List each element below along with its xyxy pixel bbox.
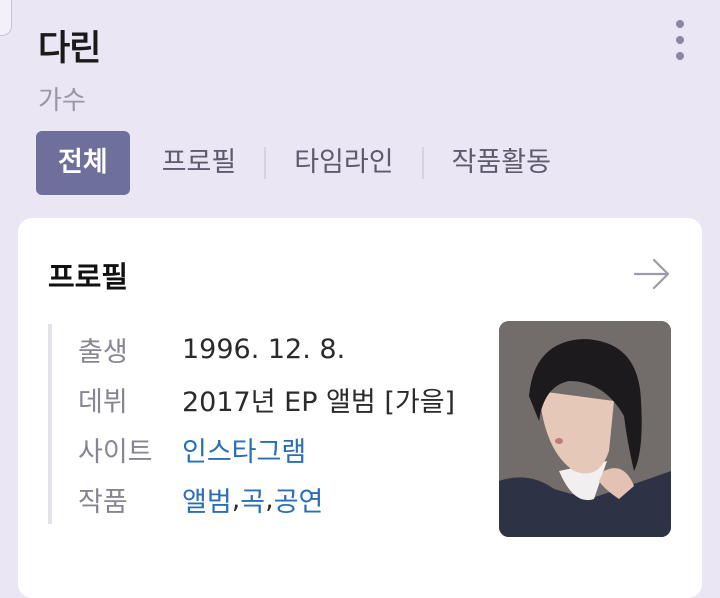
- artist-category: 가수: [38, 86, 86, 116]
- more-options-button[interactable]: [668, 20, 692, 60]
- tab-timeline[interactable]: 타임라인: [266, 131, 421, 195]
- works-separator: ,: [231, 483, 241, 515]
- profile-info-list: 출생 1996. 12. 8. 데뷔 2017년 EP 앨범 [가을] 사이트 …: [48, 324, 455, 524]
- debut-row: 데뷔 2017년 EP 앨범 [가을]: [78, 374, 455, 424]
- profile-card-title[interactable]: 프로필: [48, 254, 128, 296]
- artist-name: 다린: [38, 29, 101, 69]
- tab-works[interactable]: 작품활동: [424, 131, 579, 195]
- works-row: 작품 앨범, 곡, 공연: [78, 474, 455, 524]
- tab-all[interactable]: 전체: [36, 131, 130, 195]
- arrow-right-icon[interactable]: [632, 254, 672, 294]
- works-separator: ,: [265, 483, 274, 515]
- birth-row: 출생 1996. 12. 8.: [78, 324, 455, 374]
- more-vertical-icon: [676, 52, 684, 60]
- birth-label: 출생: [78, 336, 128, 368]
- artist-photo[interactable]: [499, 321, 671, 537]
- more-vertical-icon: [676, 20, 684, 28]
- site-row: 사이트 인스타그램: [78, 424, 455, 474]
- works-album-link[interactable]: 앨범: [182, 480, 232, 519]
- more-vertical-icon: [676, 36, 684, 44]
- site-label: 사이트: [78, 436, 153, 468]
- back-tab-edge[interactable]: [0, 0, 12, 36]
- tab-profile[interactable]: 프로필: [134, 131, 265, 195]
- instagram-link[interactable]: 인스타그램: [182, 430, 306, 469]
- debut-label: 데뷔: [78, 386, 128, 418]
- works-label: 작품: [78, 486, 128, 518]
- debut-value: 2017년 EP 앨범 [가을]: [182, 386, 456, 418]
- works-song-link[interactable]: 곡: [240, 480, 265, 519]
- works-performance-link[interactable]: 공연: [274, 480, 324, 519]
- tab-bar: 전체 프로필 타임라인 작품활동: [36, 131, 579, 195]
- birth-value: 1996. 12. 8.: [182, 333, 346, 365]
- profile-card: 프로필 출생 1996. 12. 8. 데뷔 2017년 EP 앨범 [가을] …: [18, 218, 702, 598]
